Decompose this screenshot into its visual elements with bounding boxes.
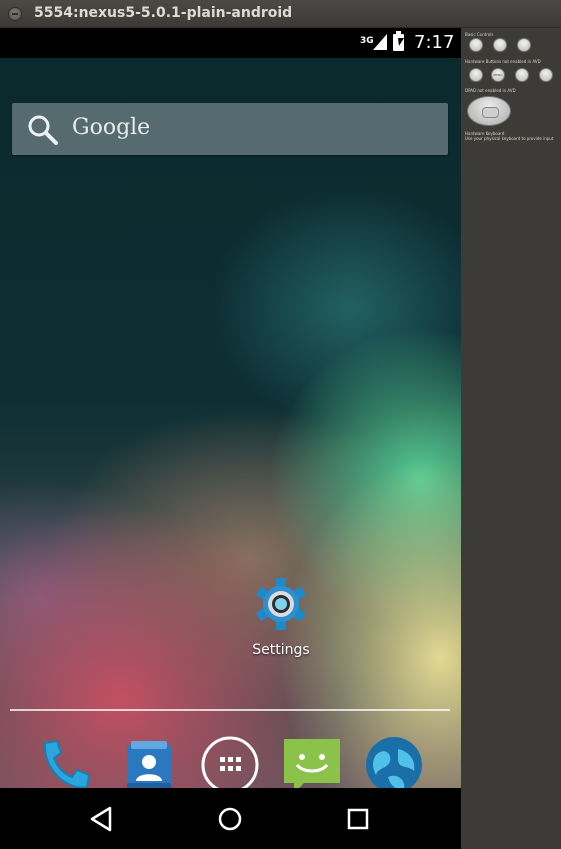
basic-controls-label: Basic Controls — [465, 32, 494, 37]
contacts-app-shortcut[interactable] — [118, 735, 178, 795]
hw-menu-label: MENU — [493, 73, 503, 77]
power-button[interactable] — [517, 38, 531, 52]
dpad-label: DPAD not enabled in AVD — [465, 88, 516, 93]
keyboard-hint: Use your physical keyboard to provide in… — [465, 136, 554, 141]
browser-globe-icon — [366, 737, 422, 793]
dpad-control[interactable] — [467, 96, 511, 126]
signal-icon — [373, 34, 387, 50]
messaging-app-shortcut[interactable] — [282, 735, 342, 795]
hw-back-button[interactable] — [515, 68, 529, 82]
phone-icon — [43, 739, 91, 789]
back-button[interactable] — [86, 804, 118, 834]
volume-down-button[interactable] — [469, 38, 483, 52]
recent-apps-icon — [347, 808, 369, 830]
settings-app-label: Settings — [252, 642, 310, 658]
app-drawer-icon — [201, 736, 259, 794]
home-icon — [218, 807, 242, 831]
volume-up-button[interactable] — [493, 38, 507, 52]
window-title: 5554:nexus5-5.0.1-plain-android — [34, 5, 293, 21]
device-screen[interactable]: 3G 7:17 Google Settings — [0, 28, 461, 849]
emulator-window: 5554:nexus5-5.0.1-plain-android 3G 7:17 … — [0, 0, 561, 849]
search-label: Google — [72, 115, 151, 140]
network-type-label: 3G — [360, 36, 374, 46]
navigation-bar — [0, 788, 461, 849]
status-bar[interactable]: 3G 7:17 — [0, 28, 461, 58]
window-titlebar: 5554:nexus5-5.0.1-plain-android — [0, 0, 561, 28]
phone-app-shortcut[interactable] — [35, 735, 95, 795]
hw-home-button[interactable] — [469, 68, 483, 82]
settings-gear-icon — [256, 578, 306, 630]
window-close-button[interactable] — [8, 7, 22, 21]
back-icon — [90, 806, 112, 832]
app-drawer-button[interactable] — [200, 735, 260, 795]
search-icon — [28, 115, 58, 145]
browser-app-shortcut[interactable] — [364, 735, 424, 795]
recent-apps-button[interactable] — [342, 804, 374, 834]
contacts-icon — [127, 741, 171, 791]
emulator-controls-panel: Basic Controls Hardware Buttons not enab… — [461, 28, 561, 849]
settings-app-shortcut[interactable]: Settings — [244, 576, 318, 666]
wallpaper: Google Settings — [0, 58, 461, 816]
battery-charging-icon — [393, 31, 404, 51]
messaging-icon — [284, 739, 340, 793]
home-button[interactable] — [214, 804, 246, 834]
status-time: 7:17 — [414, 32, 455, 53]
google-search-bar[interactable]: Google — [12, 103, 448, 155]
hw-search-button[interactable] — [539, 68, 553, 82]
dock-divider — [10, 709, 450, 711]
hardware-buttons-label: Hardware Buttons not enabled in AVD — [465, 59, 541, 64]
hw-menu-button[interactable]: MENU — [491, 68, 505, 82]
